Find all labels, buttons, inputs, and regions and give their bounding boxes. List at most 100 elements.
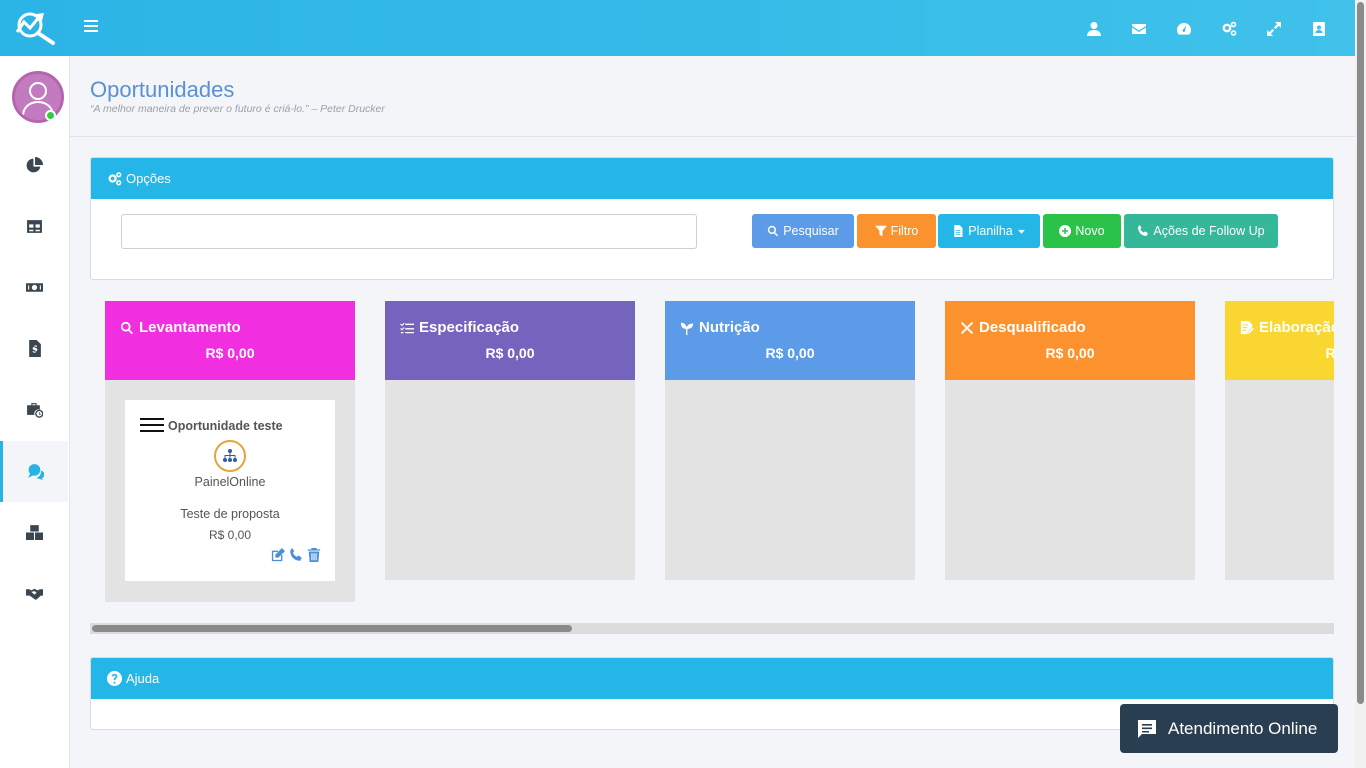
column-header: Desqualificado R$ 0,00 xyxy=(945,301,1195,380)
contact-card-icon[interactable] xyxy=(1296,18,1341,40)
column-drop-area[interactable] xyxy=(945,380,1195,580)
sidebar-toggle-button[interactable] xyxy=(84,20,98,36)
opportunity-card[interactable]: Oportunidade teste PainelOnline Teste de… xyxy=(125,400,335,581)
envelope-icon[interactable] xyxy=(1116,18,1161,40)
settings-icon xyxy=(108,172,122,186)
online-status-indicator xyxy=(45,110,56,121)
column-header: Elaboração R$ 0,00 xyxy=(1225,301,1334,380)
expand-icon[interactable] xyxy=(1251,18,1296,40)
sidebar xyxy=(0,56,70,768)
column-title: Desqualificado xyxy=(979,319,1086,336)
column-total: R$ 0,00 xyxy=(205,345,255,361)
pie-chart-icon xyxy=(26,157,43,173)
top-navbar xyxy=(0,0,1355,56)
boxes-icon xyxy=(25,525,43,540)
page-title: Oportunidades xyxy=(90,77,235,102)
avatar[interactable] xyxy=(12,71,64,123)
filter-button[interactable]: Filtro xyxy=(857,214,936,248)
page-vertical-scrollbar[interactable] xyxy=(1355,0,1366,768)
options-panel: Opções Pesquisar Filtro Planilha Novo Aç… xyxy=(90,157,1334,280)
new-button-label: Novo xyxy=(1075,224,1105,238)
invoice-icon xyxy=(28,340,41,357)
new-button[interactable]: Novo xyxy=(1043,214,1121,248)
follow-up-actions-button[interactable]: Ações de Follow Up xyxy=(1124,214,1278,248)
briefcase-clock-icon xyxy=(26,403,43,418)
drag-handle-icon[interactable] xyxy=(140,418,164,434)
caret-down-icon xyxy=(1017,229,1025,234)
sidebar-item-table[interactable] xyxy=(0,196,68,257)
help-panel-title: Ajuda xyxy=(126,671,160,686)
search-icon xyxy=(121,321,134,334)
column-header: Levantamento R$ 0,00 xyxy=(105,301,355,380)
opportunity-chat-icon xyxy=(28,464,44,480)
follow-up-actions-label: Ações de Follow Up xyxy=(1153,224,1265,238)
dashboard-icon[interactable] xyxy=(1161,18,1206,40)
money-icon xyxy=(25,283,43,292)
handshake-icon xyxy=(25,588,43,600)
trash-icon[interactable] xyxy=(307,548,321,562)
options-panel-title: Opções xyxy=(126,171,171,186)
edit-icon[interactable] xyxy=(271,548,285,562)
column-total: R$ 0,00 xyxy=(1045,345,1095,361)
column-header: Especificação R$ 0,00 xyxy=(385,301,635,380)
card-description: Teste de proposta xyxy=(180,507,280,521)
spreadsheet-dropdown-button[interactable]: Planilha xyxy=(938,214,1040,248)
sidebar-item-dashboard[interactable] xyxy=(0,135,68,196)
spreadsheet-button-label: Planilha xyxy=(968,224,1013,238)
column-drop-area[interactable] xyxy=(665,380,915,580)
options-panel-header: Opções xyxy=(91,158,1333,199)
file-edit-icon xyxy=(1240,320,1254,334)
divider xyxy=(70,136,1355,137)
online-support-chat-button[interactable]: Atendimento Online xyxy=(1120,704,1338,753)
card-company: PainelOnline xyxy=(194,475,266,489)
column-drop-area[interactable] xyxy=(385,380,635,580)
sidebar-item-partners[interactable] xyxy=(0,563,68,624)
scrollbar-thumb[interactable] xyxy=(92,625,572,632)
column-title: Elaboração xyxy=(1259,319,1334,336)
sidebar-item-opportunities[interactable] xyxy=(0,441,68,502)
column-total: R$ 0,00 xyxy=(765,345,815,361)
table-icon xyxy=(26,220,42,233)
kanban-column-nutricao: Nutrição R$ 0,00 xyxy=(665,301,915,580)
chat-icon xyxy=(1138,719,1156,738)
phone-icon xyxy=(1138,225,1149,236)
column-title: Especificação xyxy=(419,319,520,336)
column-title: Nutrição xyxy=(699,319,760,336)
search-input[interactable] xyxy=(121,214,697,249)
sidebar-item-projects[interactable] xyxy=(0,379,68,440)
filter-button-label: Filtro xyxy=(890,224,919,238)
app-logo-icon[interactable] xyxy=(14,10,56,46)
column-total: R$ 0,00 xyxy=(485,345,535,361)
kanban-column-elaboracao: Elaboração R$ 0,00 xyxy=(1225,301,1334,580)
column-title: Levantamento xyxy=(139,319,241,336)
search-icon xyxy=(768,225,779,237)
kanban-column-especificacao: Especificação R$ 0,00 xyxy=(385,301,635,580)
column-drop-area[interactable] xyxy=(1225,380,1334,580)
file-icon xyxy=(954,225,963,237)
sidebar-item-invoices[interactable] xyxy=(0,318,68,379)
card-title: Oportunidade teste xyxy=(168,419,283,433)
card-value: R$ 0,00 xyxy=(208,528,252,542)
task-list-icon xyxy=(400,322,414,333)
column-total: R$ 0,00 xyxy=(1325,345,1334,361)
kanban-board: Levantamento R$ 0,00 Oportunidade teste xyxy=(90,301,1334,621)
settings-icon[interactable] xyxy=(1206,18,1251,40)
scrollbar-thumb[interactable] xyxy=(1357,2,1364,704)
filter-icon xyxy=(874,225,887,237)
kanban-column-desqualificado: Desqualificado R$ 0,00 xyxy=(945,301,1195,580)
user-icon[interactable] xyxy=(1071,18,1116,40)
chat-label: Atendimento Online xyxy=(1168,718,1318,738)
phone-icon[interactable] xyxy=(289,548,303,562)
company-logo-icon xyxy=(214,440,246,472)
close-icon xyxy=(960,321,974,334)
kanban-horizontal-scrollbar[interactable] xyxy=(90,623,1334,634)
sidebar-item-finance[interactable] xyxy=(0,257,68,318)
search-button-label: Pesquisar xyxy=(783,224,839,238)
column-drop-area[interactable]: Oportunidade teste PainelOnline Teste de… xyxy=(105,380,355,602)
plus-circle-icon xyxy=(1059,225,1072,237)
seedling-icon xyxy=(680,322,694,335)
page-quote: “A melhor maneira de prever o futuro é c… xyxy=(90,103,385,115)
help-panel-header[interactable]: Ajuda xyxy=(91,658,1333,699)
search-button[interactable]: Pesquisar xyxy=(752,214,854,248)
sidebar-item-inventory[interactable] xyxy=(0,502,68,563)
